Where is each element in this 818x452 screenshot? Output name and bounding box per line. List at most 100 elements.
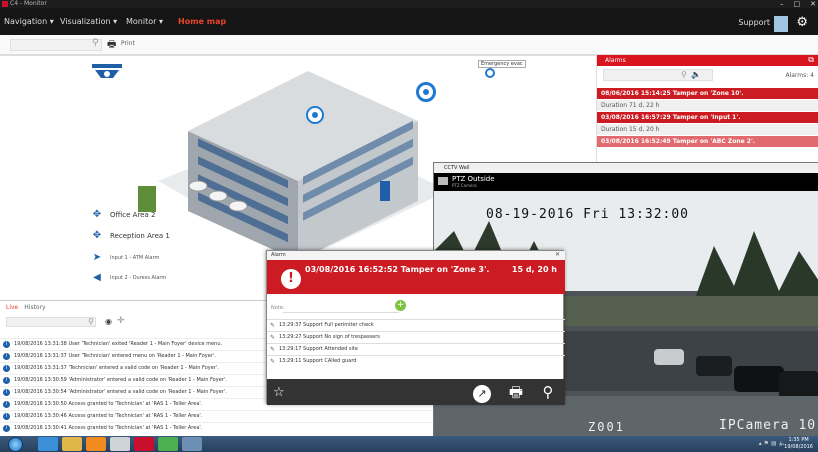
log-tabs: Live History <box>6 304 46 311</box>
window-icon[interactable] <box>182 437 202 451</box>
alarm-duration: Duration 15 d, 20 h <box>597 124 818 135</box>
menu-home-map[interactable]: Home map <box>178 17 226 26</box>
maximize-button[interactable]: □ <box>794 0 801 8</box>
log-text: 19/08/2016 13:30:50 Access granted to 'T… <box>14 401 203 407</box>
alarms-count: Alarms: 4 <box>785 72 814 79</box>
minimize-button[interactable]: – <box>780 0 784 8</box>
info-icon: i <box>3 365 10 372</box>
taskbar: ▴ ⚑ ▤ 🔈 1:35 PM 19/08/2016 <box>0 436 818 452</box>
alarm-row[interactable]: 08/06/2016 15:14:25 Tamper on 'Zone 10'. <box>597 88 818 99</box>
close-button[interactable]: ✕ <box>810 0 816 8</box>
ie-icon[interactable] <box>38 437 58 451</box>
app-icon[interactable] <box>110 437 130 451</box>
tab-history[interactable]: History <box>24 304 45 311</box>
expand-icon[interactable]: ⧉ <box>808 55 814 65</box>
info-icon: i <box>3 413 10 420</box>
pencil-icon: ✎ <box>270 334 276 341</box>
menu-navigation[interactable]: Navigation ▾ <box>4 17 54 26</box>
tray-clock[interactable]: 1:35 PM 19/08/2016 <box>784 437 813 451</box>
search-icon[interactable]: ⚲ <box>88 317 94 326</box>
add-note-button[interactable]: + <box>395 300 406 311</box>
chrome-icon[interactable] <box>158 437 178 451</box>
tray-icons[interactable]: ▴ ⚑ ▤ 🔈 <box>759 440 786 447</box>
menu-visualization[interactable]: Visualization ▾ <box>60 17 117 26</box>
zone-office-area-2[interactable]: ✥ Office Area 2 <box>92 210 156 220</box>
log-text: 19/08/2016 13:31:37 User 'Technician' en… <box>14 353 216 359</box>
clock-time: 1:35 PM <box>788 437 809 443</box>
cctv-window-title: CCTV Wall <box>434 163 818 173</box>
support-link[interactable]: Support <box>738 18 770 27</box>
camera-tab[interactable]: PTZ Outside PTZ Camera <box>434 173 818 191</box>
zone-label: Input 2 - Duress Alarm <box>110 275 167 281</box>
popup-footer: ☆ ↗ 🖶 ⚲ <box>267 379 565 405</box>
c4-icon[interactable] <box>134 437 154 451</box>
tab-live[interactable]: Live <box>6 304 18 311</box>
note-row: ✎ 13:29:17 Support Attended site <box>267 343 565 354</box>
emergency-evac-icon[interactable] <box>485 68 495 78</box>
alarm-row[interactable]: 03/08/2016 16:57:29 Tamper on 'Input 1'. <box>597 112 818 123</box>
window-titlebar: C4 - Monitor – □ ✕ <box>0 0 818 8</box>
menu-bar: Navigation ▾ Visualization ▾ Monitor ▾ H… <box>0 8 818 35</box>
video-timestamp: 08-19-2016 Fri 13:32:00 <box>486 207 690 222</box>
camera-tab-sublabel: PTZ Camera <box>452 183 477 188</box>
filter-icon[interactable]: ◉ <box>105 317 112 326</box>
media-icon[interactable] <box>86 437 106 451</box>
camera-icon <box>438 177 448 185</box>
map-camera-icon-2[interactable] <box>306 106 324 124</box>
search-icon[interactable]: ⚲ <box>92 38 99 48</box>
zone-label: Input 1 - ATM Alarm <box>110 255 160 261</box>
open-link-button[interactable]: ↗ <box>465 380 499 404</box>
app-icon <box>2 1 8 7</box>
avatar[interactable] <box>774 16 788 32</box>
log-text: 19/08/2016 13:31:38 User 'Technician' ex… <box>14 341 223 347</box>
print-button[interactable]: 🖶 <box>499 380 533 404</box>
input-1-atm-alarm[interactable]: ➤ Input 1 - ATM Alarm <box>92 252 160 263</box>
zone-reception-area-1[interactable]: ✥ Reception Area 1 <box>92 231 170 241</box>
alarms-panel-header: Alarms <box>597 55 818 66</box>
print-icon[interactable]: 🖶 <box>107 37 116 54</box>
menu-monitor[interactable]: Monitor ▾ <box>126 17 163 26</box>
log-text: 19/08/2016 13:30:46 Access granted to 'T… <box>14 413 203 419</box>
input-icon: ➤ <box>92 252 102 263</box>
alarm-popup: Alarm ✕ ! 03/08/2016 16:52:52 Tamper on … <box>266 250 565 405</box>
log-row[interactable]: i 19/08/2016 13:30:41 Access granted to '… <box>0 422 435 433</box>
mute-icon[interactable]: 🔈 <box>691 70 701 79</box>
map-camera-icon[interactable] <box>416 82 436 102</box>
search-icon[interactable]: ⚲ <box>681 70 687 79</box>
pencil-icon: ✎ <box>270 322 276 329</box>
map-search-input[interactable] <box>10 39 102 51</box>
video-zone-label: Z001 <box>588 420 625 434</box>
input-2-duress-alarm[interactable]: ◀ Input 2 - Duress Alarm <box>92 273 166 283</box>
log-text: 19/08/2016 13:30:59 'Administrator' ente… <box>14 377 227 383</box>
folder-icon[interactable] <box>62 437 82 451</box>
popup-alarm-text: 03/08/2016 16:52:52 Tamper on 'Zone 3'. <box>305 265 490 274</box>
alarms-panel: Alarms ⧉ ⚲ 🔈 Alarms: 4 08/06/2016 15:14:… <box>596 55 818 165</box>
gear-icon[interactable]: ⚙ <box>796 15 808 30</box>
log-row[interactable]: i 19/08/2016 13:30:46 Access granted to '… <box>0 410 435 421</box>
camera-tab-label: PTZ Outside <box>452 175 495 183</box>
info-icon: i <box>3 425 10 432</box>
note-input[interactable] <box>283 301 399 313</box>
zone-label: Reception Area 1 <box>110 232 170 240</box>
star-icon[interactable]: ☆ <box>273 385 285 400</box>
alarm-row[interactable]: 03/08/2016 16:52:49 Tamper on 'ABC Zone … <box>597 136 818 147</box>
print-label[interactable]: Print <box>121 40 135 47</box>
start-button[interactable] <box>8 437 23 452</box>
clock-date: 19/08/2016 <box>784 444 813 450</box>
add-icon[interactable]: ✛ <box>117 316 125 326</box>
note-text: 13:29:27 Support No sign of trespassers <box>279 334 380 340</box>
note-text: 13:29:17 Support Attended site <box>279 346 358 352</box>
log-text: 19/08/2016 13:30:54 'Administrator' ente… <box>14 389 227 395</box>
note-row: ✎ 13:29:27 Support No sign of trespassers <box>267 331 565 342</box>
close-icon[interactable]: ✕ <box>555 251 560 258</box>
note-text: 13:29:37 Support Full perimiter check <box>279 322 374 328</box>
log-search-input[interactable] <box>6 317 96 327</box>
log-text: 19/08/2016 13:31:37 'Technician' entered… <box>14 365 219 371</box>
popup-alarm-duration: 15 d, 20 h <box>511 265 557 274</box>
search-button[interactable]: ⚲ <box>531 380 565 404</box>
note-row: ✎ 13:29:37 Support Full perimiter check <box>267 319 565 330</box>
info-icon: i <box>3 401 10 408</box>
warning-icon: ! <box>281 269 301 289</box>
emergency-evac-label[interactable]: Emergency evac <box>478 60 526 68</box>
window-title: C4 - Monitor <box>10 0 47 7</box>
